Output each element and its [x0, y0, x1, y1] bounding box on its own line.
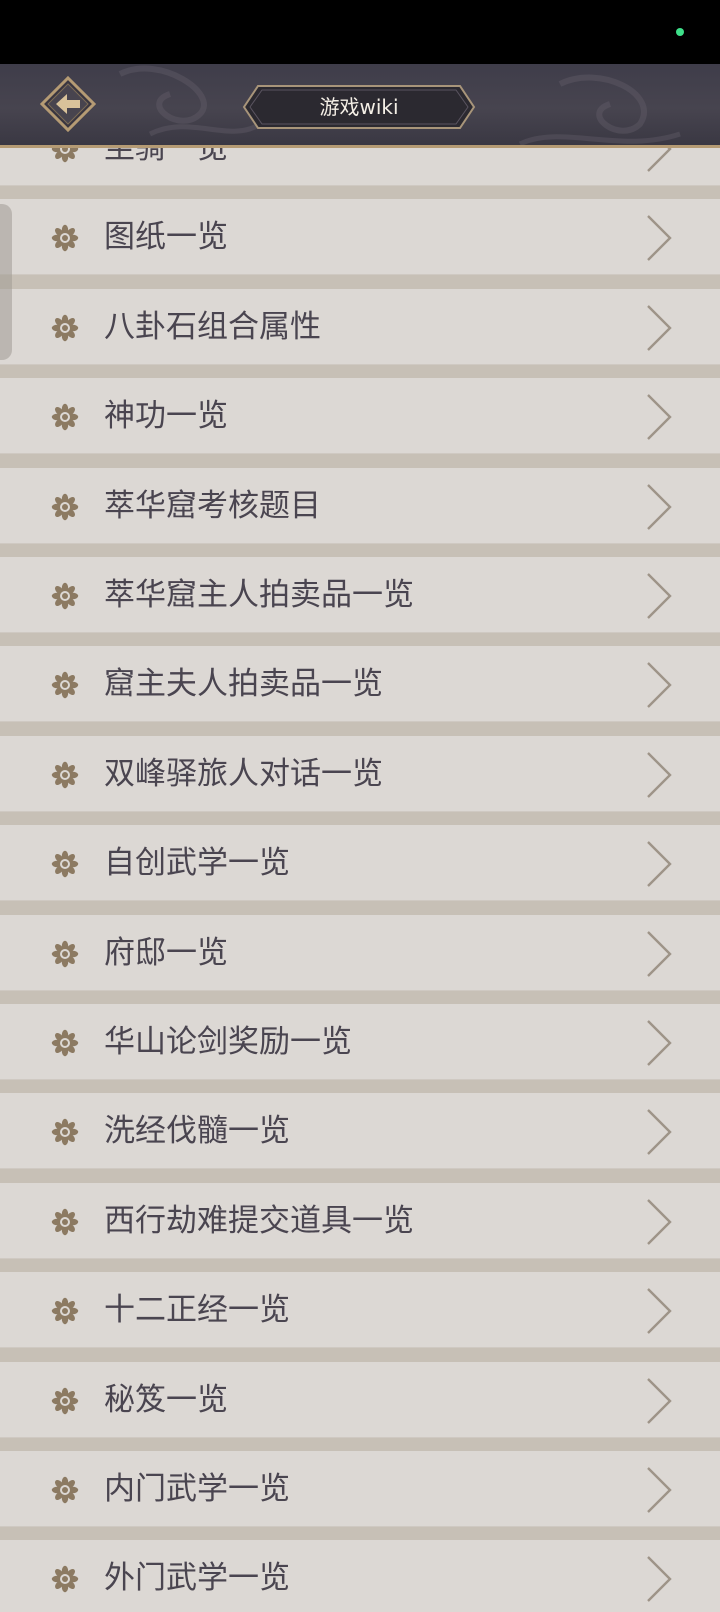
list-item[interactable]: 府邸一览: [0, 915, 720, 991]
list-item-label: 秘笈一览: [104, 1382, 228, 1418]
chevron-right-icon: [644, 303, 674, 353]
chevron-right-icon: [644, 213, 674, 263]
chevron-right-icon: [644, 929, 674, 979]
flower-emblem-icon: [50, 939, 80, 969]
flower-emblem-icon: [50, 313, 80, 343]
list-item-label: 神功一览: [104, 398, 228, 434]
flower-emblem-icon: [50, 581, 80, 611]
list-item-label: 萃华窟主人拍卖品一览: [104, 577, 414, 613]
flower-emblem-icon: [50, 148, 80, 164]
flower-emblem-icon: [50, 670, 80, 700]
chevron-right-icon: [644, 750, 674, 800]
list-item-label: 自创武学一览: [104, 845, 290, 881]
flower-emblem-icon: [50, 1028, 80, 1058]
chevron-right-icon: [644, 1465, 674, 1515]
back-button[interactable]: [39, 75, 97, 133]
flower-emblem-icon: [50, 760, 80, 790]
title-plate: 游戏wiki: [242, 84, 476, 130]
list-item-label: 坐骑一览: [104, 148, 228, 166]
flower-emblem-icon: [50, 1296, 80, 1326]
list-item[interactable]: 华山论剑奖励一览: [0, 1004, 720, 1080]
list-item-label: 窟主夫人拍卖品一览: [104, 666, 383, 702]
list-item[interactable]: 西行劫难提交道具一览: [0, 1183, 720, 1259]
chevron-right-icon: [644, 1286, 674, 1336]
side-drawer-handle[interactable]: [0, 204, 12, 360]
chevron-right-icon: [644, 1554, 674, 1604]
flower-emblem-icon: [50, 402, 80, 432]
camera-indicator-dot: [676, 28, 684, 36]
list-item[interactable]: 十二正经一览: [0, 1272, 720, 1348]
list-item[interactable]: 双峰驿旅人对话一览: [0, 736, 720, 812]
chevron-right-icon: [644, 660, 674, 710]
chevron-right-icon: [644, 1018, 674, 1068]
list-item-label: 府邸一览: [104, 935, 228, 971]
list-item-label: 双峰驿旅人对话一览: [104, 756, 383, 792]
list-item[interactable]: 萃华窟主人拍卖品一览: [0, 557, 720, 633]
list-item[interactable]: 外门武学一览: [0, 1540, 720, 1612]
flower-emblem-icon: [50, 1386, 80, 1416]
list-item-label: 内门武学一览: [104, 1471, 290, 1507]
list-item[interactable]: 神功一览: [0, 378, 720, 454]
list-item-label: 图纸一览: [104, 219, 228, 255]
list-item-label: 八卦石组合属性: [104, 309, 321, 345]
flower-emblem-icon: [50, 1207, 80, 1237]
list-item[interactable]: 窟主夫人拍卖品一览: [0, 646, 720, 722]
chevron-right-icon: [644, 1197, 674, 1247]
flower-emblem-icon: [50, 1564, 80, 1594]
list-item-label: 外门武学一览: [104, 1560, 290, 1596]
flower-emblem-icon: [50, 1475, 80, 1505]
list-item[interactable]: 内门武学一览: [0, 1451, 720, 1527]
status-bar: [0, 0, 720, 64]
list-item[interactable]: 八卦石组合属性: [0, 289, 720, 365]
chevron-right-icon: [644, 482, 674, 532]
list-item-label: 西行劫难提交道具一览: [104, 1203, 414, 1239]
chevron-right-icon: [644, 1107, 674, 1157]
list-item[interactable]: 自创武学一览: [0, 825, 720, 901]
list-item-label: 洗经伐髓一览: [104, 1113, 290, 1149]
chevron-right-icon: [644, 1376, 674, 1426]
list-item-label: 华山论剑奖励一览: [104, 1024, 352, 1060]
flower-emblem-icon: [50, 223, 80, 253]
chevron-right-icon: [644, 148, 674, 174]
list-item[interactable]: 坐骑一览: [0, 148, 720, 186]
flower-emblem-icon: [50, 1117, 80, 1147]
chevron-right-icon: [644, 392, 674, 442]
wiki-list[interactable]: 坐骑一览图纸一览八卦石组合属性 神功一览萃华窟考核题目萃华窟主人拍卖品一览 窟主夫人…: [0, 148, 720, 1612]
list-item[interactable]: 图纸一览: [0, 199, 720, 275]
flower-emblem-icon: [50, 492, 80, 522]
list-item-label: 十二正经一览: [104, 1292, 290, 1328]
list-item[interactable]: 洗经伐髓一览: [0, 1093, 720, 1169]
list-item-label: 萃华窟考核题目: [104, 488, 321, 524]
page-title: 游戏wiki: [319, 95, 399, 119]
flower-emblem-icon: [50, 849, 80, 879]
back-arrow-icon: [39, 75, 97, 133]
header-bar: 游戏wiki: [0, 64, 720, 148]
chevron-right-icon: [644, 571, 674, 621]
chevron-right-icon: [644, 839, 674, 889]
list-item[interactable]: 萃华窟考核题目: [0, 468, 720, 544]
list-item[interactable]: 秘笈一览: [0, 1362, 720, 1438]
